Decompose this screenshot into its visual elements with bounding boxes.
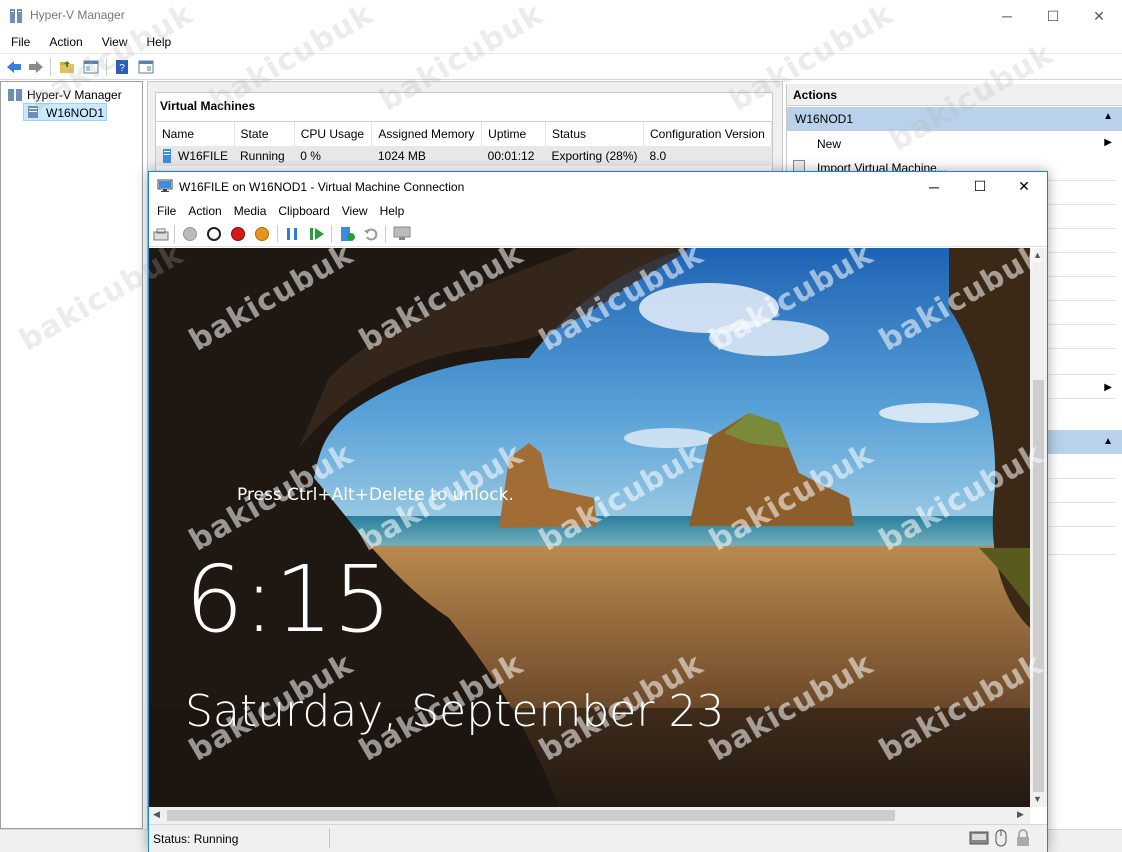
vmc-toolbar [149, 221, 1047, 247]
turn-off-icon[interactable] [207, 227, 221, 241]
column-header-memory[interactable]: Assigned Memory [371, 122, 483, 146]
vm-memory: 1024 MB [371, 146, 482, 166]
vmc-menu-media[interactable]: Media [230, 201, 275, 221]
vertical-scroll-thumb[interactable] [1033, 380, 1044, 792]
vmc-title: W16FILE on W16NOD1 - Virtual Machine Con… [179, 180, 465, 194]
vm-table-header: Name State CPU Usage Assigned Memory Upt… [156, 122, 772, 146]
vm-name: W16FILE [178, 148, 229, 163]
maximize-button[interactable]: ☐ [1030, 0, 1076, 32]
actions-group-server[interactable]: W16NOD1 ▲ [787, 107, 1122, 131]
action-new[interactable]: New [817, 137, 841, 151]
tree-root-label[interactable]: Hyper-V Manager [27, 88, 122, 102]
scroll-down-icon[interactable]: ▼ [1033, 794, 1042, 804]
vmc-statusbar: Status: Running [149, 824, 1047, 852]
column-header-cpu[interactable]: CPU Usage [294, 122, 373, 146]
table-row[interactable]: W16FILE Running 0 % 1024 MB 00:01:12 Exp… [156, 146, 772, 166]
vmc-menu-view[interactable]: View [338, 201, 376, 221]
ctrl-alt-del-icon[interactable] [153, 226, 169, 242]
main-toolbar: ? [0, 53, 1122, 80]
vm-state: Running [234, 146, 295, 166]
close-button[interactable]: ✕ [1076, 0, 1122, 32]
column-header-status[interactable]: Status [545, 122, 645, 146]
mouse-icon [995, 829, 1007, 847]
actions-group-label: W16NOD1 [795, 112, 854, 126]
menu-help[interactable]: Help [136, 32, 180, 52]
tree-item-server[interactable]: W16NOD1 [23, 103, 107, 121]
collapse-arrow-icon[interactable]: ▲ [1103, 436, 1113, 447]
show-hide-action-pane-icon[interactable] [137, 58, 155, 76]
menu-file[interactable]: File [0, 32, 38, 52]
navigation-tree: Hyper-V Manager W16NOD1 [0, 81, 143, 829]
pause-icon[interactable] [285, 227, 299, 241]
revert-icon[interactable] [363, 226, 379, 242]
submenu-arrow-icon: ▶ [1104, 137, 1112, 148]
vm-display[interactable]: Press Ctrl+Alt+Delete to unlock. 6:15 Sa… [149, 248, 1030, 807]
vm-config-version: 8.0 [643, 146, 772, 166]
scroll-left-icon[interactable]: ◀ [153, 809, 160, 820]
hyperv-manager-icon [8, 89, 22, 101]
vmc-menu-file[interactable]: File [149, 201, 184, 221]
lock-screen-date: Saturday, September 23 [185, 686, 725, 737]
unlock-prompt: Press Ctrl+Alt+Delete to unlock. [237, 485, 514, 505]
hyperv-app-icon [10, 9, 22, 23]
vmc-maximize-button[interactable]: ☐ [957, 172, 1003, 201]
vm-icon [163, 149, 171, 164]
vmc-menu-action[interactable]: Action [184, 201, 229, 221]
column-header-config-version[interactable]: Configuration Version [643, 122, 772, 146]
checkpoint-icon[interactable] [339, 226, 355, 242]
up-folder-icon[interactable] [58, 58, 76, 76]
main-menubar: File Action View Help [0, 32, 1122, 52]
enhanced-session-icon[interactable] [393, 226, 411, 242]
column-header-name[interactable]: Name [156, 122, 235, 146]
main-titlebar: Hyper-V Manager ─ ☐ ✕ [0, 0, 1122, 32]
vm-table: Name State CPU Usage Assigned Memory Upt… [156, 122, 772, 166]
vm-status: Exporting (28%) [545, 146, 644, 166]
show-hide-console-tree-icon[interactable] [82, 58, 100, 76]
shut-down-icon[interactable] [231, 227, 245, 241]
reset-icon[interactable] [309, 227, 325, 241]
vmc-titlebar: W16FILE on W16NOD1 - Virtual Machine Con… [149, 172, 1047, 201]
virtual-machines-title: Virtual Machines [160, 99, 256, 113]
vm-uptime: 00:01:12 [481, 146, 546, 166]
vmc-minimize-button[interactable]: ─ [911, 172, 957, 201]
main-window-title: Hyper-V Manager [30, 8, 125, 22]
lock-icon [1017, 829, 1029, 846]
menu-action[interactable]: Action [38, 32, 90, 52]
column-header-uptime[interactable]: Uptime [481, 122, 546, 146]
back-arrow-icon[interactable] [5, 58, 23, 76]
vm-name-cell: W16FILE [156, 146, 235, 166]
actions-header: Actions [787, 84, 1122, 106]
horizontal-scroll-thumb[interactable] [167, 810, 895, 821]
start-icon[interactable] [183, 227, 197, 241]
vmc-menu-help[interactable]: Help [376, 201, 413, 221]
minimize-button[interactable]: ─ [984, 0, 1030, 32]
vm-cpu: 0 % [294, 146, 372, 166]
vmc-menubar: File Action Media Clipboard View Help [149, 201, 1047, 221]
vm-connection-window: W16FILE on W16NOD1 - Virtual Machine Con… [148, 171, 1048, 852]
svg-text:?: ? [119, 63, 125, 74]
server-icon [28, 106, 38, 118]
horizontal-scrollbar[interactable]: ◀ ▶ [149, 807, 1030, 824]
vertical-scrollbar[interactable]: ▲ ▼ [1030, 248, 1047, 807]
collapse-arrow-icon[interactable]: ▲ [1103, 111, 1113, 122]
scroll-up-icon[interactable]: ▲ [1033, 250, 1042, 260]
vmc-close-button[interactable]: ✕ [1001, 172, 1047, 201]
lock-screen-time: 6:15 [185, 546, 392, 653]
vmc-menu-clipboard[interactable]: Clipboard [274, 201, 337, 221]
column-header-state[interactable]: State [234, 122, 295, 146]
vm-connection-icon [157, 179, 173, 192]
tree-server-label: W16NOD1 [46, 106, 105, 120]
scroll-right-icon[interactable]: ▶ [1017, 809, 1024, 820]
save-state-icon[interactable] [255, 227, 269, 241]
help-icon[interactable]: ? [113, 58, 131, 76]
menu-view[interactable]: View [91, 32, 136, 52]
keyboard-icon [969, 831, 989, 845]
submenu-arrow-icon: ▶ [1104, 382, 1112, 393]
forward-arrow-icon[interactable] [27, 58, 45, 76]
vm-status-text: Status: Running [153, 832, 239, 846]
